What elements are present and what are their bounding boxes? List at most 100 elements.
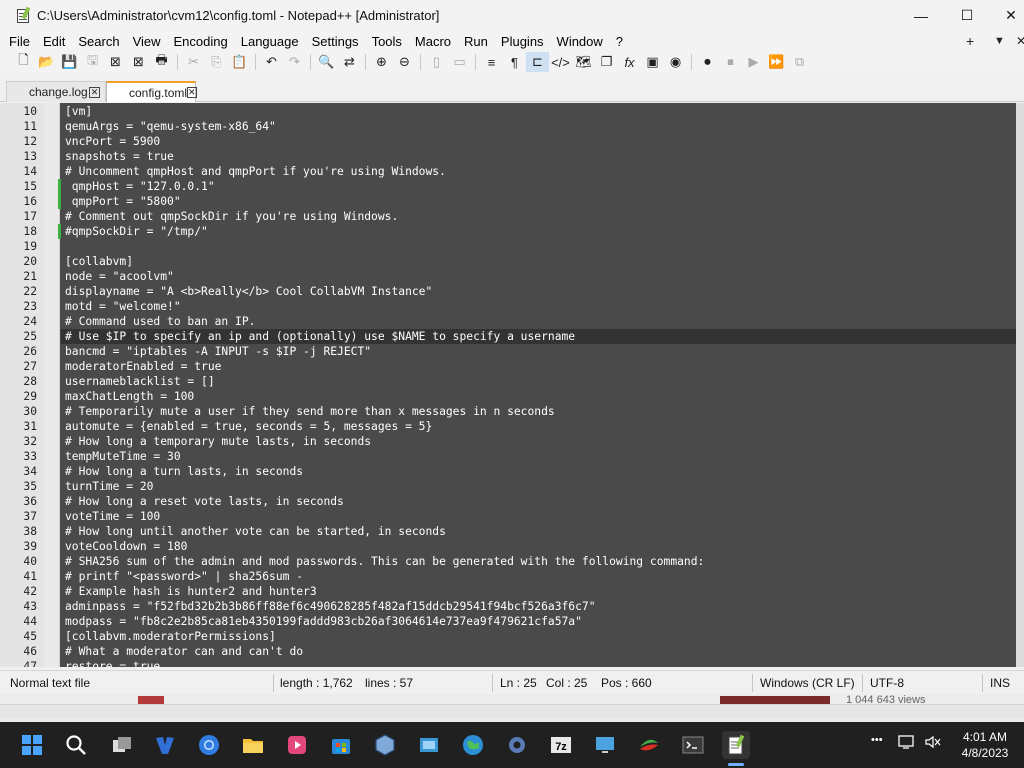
code-line[interactable]: 40 # SHA256 sum of the admin and mod pass… (0, 554, 1016, 569)
doc-map-icon[interactable]: 🗺 (572, 52, 595, 72)
line-text[interactable]: # printf "<password>" | sha256sum - (65, 569, 303, 584)
notepad-plus-plus-taskbar-icon[interactable] (722, 731, 750, 759)
close-document-button[interactable]: ✕ (1016, 31, 1024, 51)
doc-list-icon[interactable]: ❐ (595, 52, 618, 72)
code-line[interactable]: 33 tempMuteTime = 30 (0, 449, 1016, 464)
code-line[interactable]: 34 # How long a turn lasts, in seconds (0, 464, 1016, 479)
code-line[interactable]: 26 bancmd = "iptables -A INPUT -s $IP -j … (0, 344, 1016, 359)
undo-icon[interactable]: ↶ (260, 52, 283, 72)
code-line[interactable]: 10 [vm] (0, 104, 1016, 119)
zoom-out-icon[interactable]: ⊖ (393, 52, 416, 72)
tab-close-icon[interactable]: ✕ (187, 87, 197, 98)
code-line[interactable]: 28 usernameblacklist = [] (0, 374, 1016, 389)
tray-overflow-icon[interactable]: ••• (871, 734, 883, 746)
horizontal-scrollbar[interactable] (0, 704, 1024, 718)
code-line[interactable]: 41 # printf "<password>" | sha256sum - (0, 569, 1016, 584)
code-line[interactable]: 16 qmpPort = "5800" (0, 194, 1016, 209)
seven-zip-icon[interactable]: 7z (547, 731, 575, 759)
code-line[interactable]: 44 modpass = "fb8c2e2b85ca81eb4350199fadd… (0, 614, 1016, 629)
app-icon-3[interactable] (635, 731, 663, 759)
function-list-icon[interactable]: fx (618, 52, 641, 72)
line-text[interactable]: displayname = "A <b>Really</b> Cool Coll… (65, 284, 432, 299)
code-line[interactable]: 21 node = "acoolvm" (0, 269, 1016, 284)
chrome-icon[interactable] (195, 731, 223, 759)
code-line[interactable]: 39 voteCooldown = 180 (0, 539, 1016, 554)
status-encoding[interactable]: UTF-8 (870, 676, 904, 690)
line-text[interactable]: moderatorEnabled = true (65, 359, 221, 374)
tab-list-dropdown[interactable]: ▼ (994, 31, 1005, 51)
line-text[interactable]: # Uncomment qmpHost and qmpPort if you'r… (65, 164, 446, 179)
app-icon-1[interactable] (151, 731, 179, 759)
code-line[interactable]: 46 # What a moderator can and can't do (0, 644, 1016, 659)
line-text[interactable]: # How long a reset vote lasts, in second… (65, 494, 344, 509)
code-line[interactable]: 38 # How long until another vote can be s… (0, 524, 1016, 539)
code-line[interactable]: 15 qmpHost = "127.0.0.1" (0, 179, 1016, 194)
line-text[interactable]: qemuArgs = "qemu-system-x86_64" (65, 119, 276, 134)
tab-close-icon[interactable]: ✕ (89, 86, 100, 98)
show-all-chars-icon[interactable]: ¶ (503, 52, 526, 72)
code-line[interactable]: 37 voteTime = 100 (0, 509, 1016, 524)
sync-h-icon[interactable]: ▭ (448, 52, 471, 72)
code-line[interactable]: 32 # How long a temporary mute lasts, in … (0, 434, 1016, 449)
menu-file[interactable]: File (9, 34, 30, 49)
code-editor[interactable]: 10 [vm] 11 qemuArgs = "qemu-system-x86_64" 1… (0, 103, 1016, 667)
code-line[interactable]: 30 # Temporarily mute a user if they send… (0, 404, 1016, 419)
line-text[interactable]: # How long a temporary mute lasts, in se… (65, 434, 371, 449)
line-text[interactable]: [collabvm.moderatorPermissions] (65, 629, 276, 644)
menu-run[interactable]: Run (464, 34, 488, 49)
menu-window[interactable]: Window (557, 34, 603, 49)
find-icon[interactable]: 🔍 (315, 52, 338, 72)
globe-icon[interactable] (459, 731, 487, 759)
line-text[interactable]: # SHA256 sum of the admin and mod passwo… (65, 554, 704, 569)
menu-edit[interactable]: Edit (43, 34, 65, 49)
line-text[interactable]: # What a moderator can and can't do (65, 644, 303, 659)
line-text[interactable]: voteCooldown = 180 (65, 539, 187, 554)
code-line[interactable]: 47 restore = true (0, 659, 1016, 667)
vertical-scrollbar[interactable] (1016, 103, 1024, 667)
code-line[interactable]: 20 [collabvm] (0, 254, 1016, 269)
monitor-icon[interactable]: ▣ (641, 52, 664, 72)
maximize-button[interactable]: ☐ (944, 0, 990, 31)
new-tab-button[interactable]: + (966, 31, 974, 51)
word-wrap-icon[interactable]: ≡ (480, 52, 503, 72)
terminal-icon[interactable] (679, 731, 707, 759)
menu-macro[interactable]: Macro (415, 34, 451, 49)
print-icon[interactable]: 🖶 (150, 52, 173, 72)
zoom-in-icon[interactable]: ⊕ (370, 52, 393, 72)
paste-icon[interactable]: 📋 (228, 52, 251, 72)
menu-encoding[interactable]: Encoding (174, 34, 228, 49)
close-all-icon[interactable]: ⊠ (127, 52, 150, 72)
app-icon-2[interactable] (415, 731, 443, 759)
replace-icon[interactable]: ⇄ (338, 52, 361, 72)
redo-icon[interactable]: ↷ (283, 52, 306, 72)
line-text[interactable]: # Temporarily mute a user if they send m… (65, 404, 555, 419)
line-text[interactable]: # Use $IP to specify an ip and (optional… (65, 329, 575, 344)
line-text[interactable]: # Command used to ban an IP. (65, 314, 255, 329)
save-icon[interactable]: 💾 (58, 52, 81, 72)
code-line[interactable]: 13 snapshots = true (0, 149, 1016, 164)
search-icon[interactable] (62, 731, 90, 759)
line-text[interactable]: vncPort = 5900 (65, 134, 160, 149)
menu-settings[interactable]: Settings (312, 34, 359, 49)
folder-as-workspace-icon[interactable]: ◉ (664, 52, 687, 72)
close-icon[interactable]: ⊠ (104, 52, 127, 72)
code-line[interactable]: 11 qemuArgs = "qemu-system-x86_64" (0, 119, 1016, 134)
line-text[interactable]: bancmd = "iptables -A INPUT -s $IP -j RE… (65, 344, 371, 359)
code-line[interactable]: 23 motd = "welcome!" (0, 299, 1016, 314)
line-text[interactable]: maxChatLength = 100 (65, 389, 194, 404)
status-insert-mode[interactable]: INS (990, 676, 1010, 690)
save-all-icon[interactable]: 🖫 (81, 52, 104, 72)
menu-search[interactable]: Search (78, 34, 119, 49)
menu-language[interactable]: Language (241, 34, 299, 49)
open-file-icon[interactable]: 📂 (35, 52, 58, 72)
virtualbox-icon[interactable] (371, 731, 399, 759)
code-line[interactable]: 29 maxChatLength = 100 (0, 389, 1016, 404)
code-line[interactable]: 24 # Command used to ban an IP. (0, 314, 1016, 329)
line-text[interactable]: snapshots = true (65, 149, 174, 164)
code-line[interactable]: 36 # How long a reset vote lasts, in seco… (0, 494, 1016, 509)
menu-help[interactable]: ? (616, 34, 623, 49)
system-clock[interactable]: 4:01 AM 4/8/2023 (955, 729, 1015, 761)
run-macro-multiple-icon[interactable]: ⏩ (765, 52, 788, 72)
remote-desktop-icon[interactable] (591, 731, 619, 759)
menu-plugins[interactable]: Plugins (501, 34, 544, 49)
